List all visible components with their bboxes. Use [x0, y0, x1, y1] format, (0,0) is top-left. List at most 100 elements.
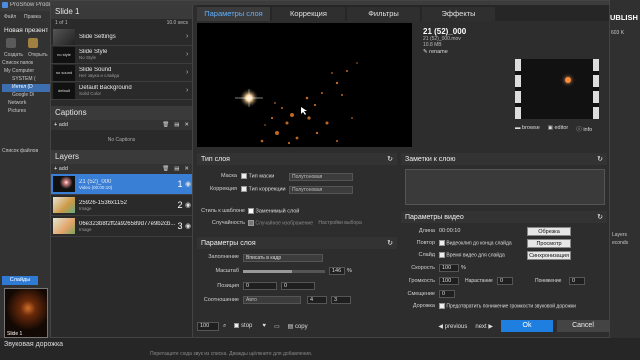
zoom-input[interactable]: 100 — [197, 321, 219, 331]
track-check-label: Предотвратить понижение громкости звуков… — [446, 303, 576, 310]
replaceable-check-label: Заменимый слой — [255, 208, 300, 215]
correction-checkbox[interactable]: Тип коррекции — [241, 186, 286, 192]
reset-icon[interactable]: ↻ — [387, 155, 393, 163]
tree-item[interactable]: Pictures — [2, 108, 50, 116]
ratio-select[interactable]: Авто — [243, 296, 301, 304]
position-y-input[interactable]: 0 — [281, 282, 315, 290]
rename-link[interactable]: ✎ rename — [423, 49, 603, 55]
copy-label: copy — [294, 323, 308, 330]
slides-tab[interactable]: Слайды — [2, 276, 38, 285]
tab-correction[interactable]: Коррекция — [272, 7, 345, 21]
stop-button[interactable]: stop — [234, 322, 252, 329]
ratio-b-input[interactable]: 3 — [331, 296, 351, 304]
fill-select[interactable]: Вписать в кадр — [243, 254, 323, 262]
layer-row-3[interactable]: 06e323b8f2ff2a926589d77e9b2cb... Image 3 … — [51, 216, 192, 237]
random-settings-button[interactable]: Настройки выбора — [318, 220, 361, 226]
copy-icon[interactable]: ▤ — [174, 122, 179, 128]
arrow-left-icon: ◀ — [438, 323, 443, 330]
volume-input[interactable]: 100 — [439, 277, 459, 285]
slide-thumbnail[interactable]: Slide 1 — [4, 288, 48, 338]
tools-icon[interactable]: ✕ — [184, 166, 189, 172]
copy-icon[interactable]: ▤ — [174, 166, 179, 172]
preview-button[interactable]: Просмотр — [527, 239, 571, 248]
fadein-input[interactable]: 0 — [497, 277, 513, 285]
position-x-input[interactable]: 0 — [243, 282, 277, 290]
random-checkbox[interactable]: Случайное изображение Настройки выбора — [248, 220, 362, 226]
no-captions-text: No Captions — [107, 137, 136, 143]
tree-item[interactable]: Network — [2, 100, 50, 108]
correction-type-select[interactable]: Полутоновая — [289, 186, 353, 194]
eye-icon[interactable]: ◉ — [184, 222, 192, 230]
reset-icon[interactable]: ↻ — [597, 213, 603, 221]
layer-thumb — [53, 197, 75, 213]
status-hint: Перетащите сюда звук из списка. Дважды щ… — [150, 351, 313, 357]
length-value: 00:00:10 — [439, 228, 461, 234]
slide-settings-row[interactable]: Slide Settings › — [51, 28, 192, 46]
mask-checkbox[interactable]: Тип маски — [241, 173, 274, 179]
ok-button[interactable]: Ok — [501, 320, 553, 332]
tree-item-selected[interactable]: Интел (D — [2, 84, 50, 92]
repeat-checkbox[interactable]: Видеоклип до конца слайда — [439, 240, 512, 246]
layer-row-1[interactable]: 21 (52)_000 Video (00:00:10) 1 ◉ — [51, 174, 192, 195]
tree-item[interactable]: My Computer — [2, 68, 50, 76]
add-caption-button[interactable]: + add — [54, 122, 68, 128]
tab-filters[interactable]: Фильтры — [347, 7, 420, 21]
video-params-title: Параметры видео — [405, 213, 464, 221]
open-folder-icon[interactable] — [28, 38, 38, 48]
reset-icon[interactable]: ↻ — [387, 239, 393, 247]
sync-button[interactable]: Синхронизация — [527, 251, 571, 260]
heart-icon[interactable]: ♥ — [262, 323, 266, 329]
captions-header: Captions — [51, 106, 192, 120]
create-icon[interactable] — [6, 38, 16, 48]
frame-icon[interactable]: ▭ — [274, 323, 280, 330]
eye-icon[interactable]: ◉ — [184, 180, 192, 188]
app-menubar: Файл Правка — [0, 11, 52, 22]
browse-button[interactable]: ▬ browse — [515, 125, 540, 133]
reset-icon[interactable]: ↻ — [597, 155, 603, 163]
publish-label[interactable]: UBLISH — [610, 13, 640, 22]
mask-type-select[interactable]: Полутоновая — [289, 173, 353, 181]
scale-input[interactable]: 146 — [329, 267, 345, 275]
notes-textarea[interactable] — [405, 169, 605, 205]
tools-icon[interactable]: ✕ — [184, 122, 189, 128]
tree-item[interactable]: Google Di — [2, 92, 50, 100]
create-button[interactable]: Создать — [4, 52, 23, 58]
tab-effects[interactable]: Эффекты — [422, 7, 495, 21]
eye-icon[interactable]: ◉ — [184, 201, 192, 209]
position-label: Позиция — [217, 283, 239, 289]
layer-row-2[interactable]: 25926-1536x1152 Image 2 ◉ — [51, 195, 192, 216]
info-button[interactable]: ⓘ info — [576, 125, 592, 133]
zoom-icon[interactable]: ⌕ — [223, 323, 226, 330]
tab-layer-settings[interactable]: Параметры слоя — [197, 7, 270, 21]
speed-input[interactable]: 100 — [439, 264, 459, 272]
replaceable-checkbox[interactable]: Заменимый слой — [248, 208, 299, 214]
slide-background-row[interactable]: default Default Background Solid Color › — [51, 82, 192, 100]
scale-slider[interactable] — [243, 270, 325, 273]
ratio-a-input[interactable]: 4 — [307, 296, 327, 304]
next-button[interactable]: next ▶ — [475, 323, 493, 330]
new-presentation-label[interactable]: Новая презент — [4, 27, 48, 34]
slide-sound-row[interactable]: no sound Slide Sound Нет звука и слайда › — [51, 64, 192, 82]
offset-input[interactable]: 0 — [439, 290, 455, 298]
tree-item[interactable]: SYSTEM ( — [2, 76, 50, 84]
open-button[interactable]: Открыть — [28, 52, 48, 58]
editor-button[interactable]: ▣ editor — [548, 125, 569, 133]
trash-icon[interactable]: 🗑 — [162, 166, 169, 172]
video-filmstrip-thumbnail[interactable] — [515, 59, 599, 119]
previous-button[interactable]: ◀ previous — [438, 323, 467, 330]
cancel-button[interactable]: Cancel — [557, 320, 609, 332]
menu-file[interactable]: Файл — [4, 14, 16, 20]
track-checkbox[interactable]: Предотвратить понижение громкости звуков… — [439, 303, 576, 309]
menu-edit[interactable]: Правка — [24, 14, 41, 20]
layer-preview[interactable] — [197, 23, 412, 147]
add-layer-button[interactable]: + add — [54, 166, 68, 172]
speed-unit: % — [461, 265, 466, 271]
slide-style-row[interactable]: no style Slide Style No Style › — [51, 46, 192, 64]
copy-button[interactable]: ▤ copy — [288, 323, 308, 330]
slide-duration[interactable]: 10.0 secs — [167, 20, 188, 27]
slide-time-checkbox[interactable]: Время видео для слайда — [439, 252, 505, 258]
trash-icon[interactable]: 🗑 — [162, 122, 169, 128]
fadeout-input[interactable]: 0 — [569, 277, 585, 285]
layer-sub: Image — [79, 205, 92, 211]
trim-button[interactable]: Обрезка — [527, 227, 571, 236]
